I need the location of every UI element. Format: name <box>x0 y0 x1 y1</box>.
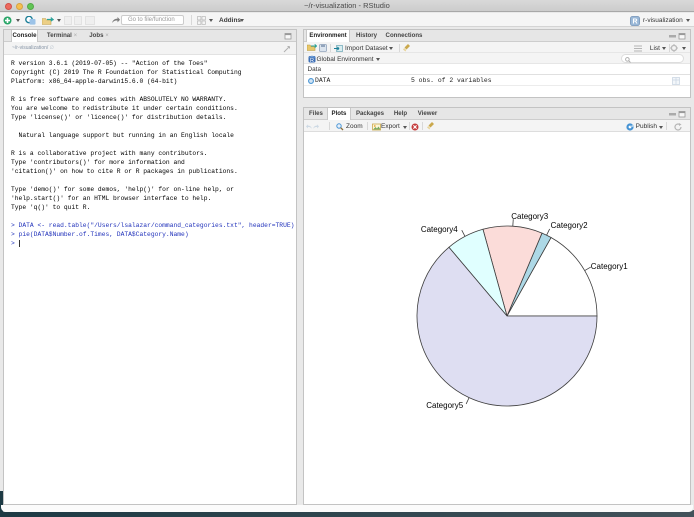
svg-text:R: R <box>310 58 314 63</box>
svg-text:Category3: Category3 <box>511 212 548 221</box>
svg-text:Category4: Category4 <box>421 225 458 234</box>
svg-text:Category1: Category1 <box>591 262 628 271</box>
svg-text:R: R <box>632 18 637 25</box>
svg-text:Category2: Category2 <box>551 221 588 230</box>
svg-text:Category5: Category5 <box>426 401 463 410</box>
